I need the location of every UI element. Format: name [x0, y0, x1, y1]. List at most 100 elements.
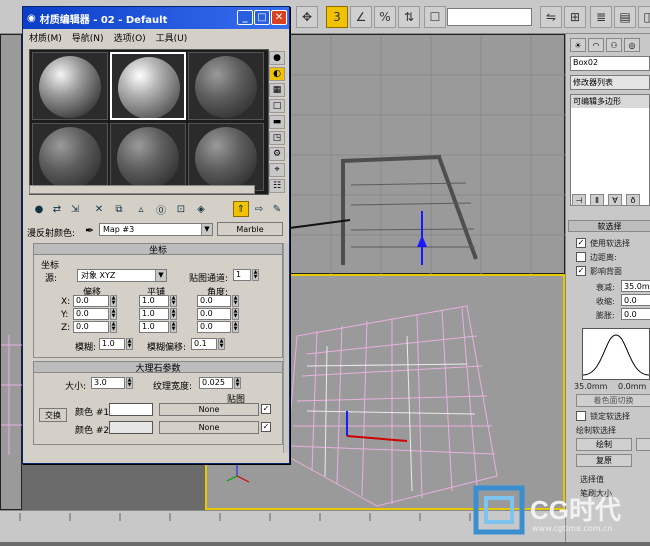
spinner-arrows-icon[interactable]: ▲ ▼	[170, 308, 177, 320]
paint-button[interactable]: 绘制	[576, 438, 632, 451]
select-by-material-icon[interactable]: ⌖	[269, 163, 285, 177]
pin-stack-icon[interactable]: ⊣	[572, 194, 586, 206]
blur-button[interactable]	[636, 438, 650, 451]
schematic-icon[interactable]: ◫	[638, 6, 650, 28]
percent-snap-icon[interactable]: %	[374, 6, 396, 28]
spinner-arrows-icon[interactable]: ▲ ▼	[252, 269, 259, 281]
snap-3d-icon[interactable]: 3	[326, 6, 348, 28]
modify-tab-icon[interactable]: ◠	[588, 38, 604, 52]
named-selection-dropdown[interactable]	[447, 8, 532, 26]
put-to-scene-icon[interactable]: ⇄	[49, 201, 65, 217]
angle-y-spinner[interactable]: 0.0	[197, 308, 231, 320]
spinner-arrows-icon[interactable]: ▲ ▼	[232, 321, 239, 333]
go-to-parent-icon[interactable]: ⇑	[233, 201, 249, 217]
spinner-arrows-icon[interactable]: ▲ ▼	[170, 321, 177, 333]
sample-slot[interactable]	[110, 123, 186, 191]
align-icon[interactable]: ⊞	[564, 6, 586, 28]
restore-button[interactable]: 复原	[576, 454, 632, 467]
lock-soft-checkbox[interactable]	[576, 411, 586, 421]
put-to-library-icon[interactable]: ▵	[133, 201, 149, 217]
spinner-arrows-icon[interactable]: ▲ ▼	[126, 338, 133, 350]
bubble-spinner[interactable]: 0.0	[621, 308, 650, 320]
offset-z-spinner[interactable]: 0.0	[73, 321, 109, 333]
hierarchy-tab-icon[interactable]: ⚇	[606, 38, 622, 52]
curve-editor-icon[interactable]: ▤	[614, 6, 636, 28]
named-selection-icon[interactable]: ☐	[424, 6, 446, 28]
map-type-button[interactable]: Marble	[217, 222, 283, 236]
pick-material-icon[interactable]: ✎	[269, 201, 285, 217]
backlight-icon[interactable]: ◐	[269, 67, 285, 81]
uv-tiling-icon[interactable]: □	[269, 99, 285, 113]
color2-map-checkbox[interactable]: ✓	[261, 422, 271, 432]
tiling-x-spinner[interactable]: 1.0	[139, 295, 169, 307]
spinner-arrows-icon[interactable]: ▲ ▼	[110, 308, 117, 320]
size-spinner[interactable]: 3.0	[91, 377, 125, 389]
vein-width-spinner[interactable]: 0.025	[199, 377, 233, 389]
select-move-icon[interactable]: ✥	[296, 6, 318, 28]
blur-spinner[interactable]: 1.0	[99, 338, 125, 350]
object-name-field[interactable]: Box02	[570, 56, 650, 71]
material-id-icon[interactable]: ⓪	[153, 201, 169, 217]
material-navigator-icon[interactable]: ☷	[269, 179, 285, 193]
make-unique-icon[interactable]: ⧉	[111, 201, 127, 217]
eyedropper-icon[interactable]: ✒	[85, 224, 94, 237]
use-soft-checkbox[interactable]: ✓	[576, 238, 586, 248]
pinch-spinner[interactable]: 0.0	[621, 294, 650, 306]
show-end-result-icon[interactable]: Ⅱ	[590, 194, 604, 206]
shaded-face-toggle-button[interactable]: 着色面切换	[576, 394, 650, 407]
modifier-stack[interactable]: 可编辑多边形	[570, 94, 650, 206]
offset-x-spinner[interactable]: 0.0	[73, 295, 109, 307]
spinner-arrows-icon[interactable]: ▲ ▼	[234, 377, 241, 389]
get-material-icon[interactable]: ●	[31, 201, 47, 217]
left-viewport[interactable]	[0, 34, 23, 510]
menu-utilities[interactable]: 工具(U)	[156, 31, 188, 44]
assign-to-selection-icon[interactable]: ⇲	[67, 201, 83, 217]
sample-slot[interactable]	[32, 123, 108, 191]
maximize-button[interactable]: □	[254, 10, 270, 25]
spinner-arrows-icon[interactable]: ▲ ▼	[110, 295, 117, 307]
spinner-arrows-icon[interactable]: ▲ ▼	[232, 295, 239, 307]
color2-swatch[interactable]	[109, 421, 153, 434]
sample-slot-active[interactable]	[110, 52, 186, 120]
soft-selection-rollout[interactable]: 软选择	[568, 220, 650, 232]
slots-scrollbar[interactable]	[29, 185, 255, 194]
background-icon[interactable]: ▦	[269, 83, 285, 97]
show-end-result-icon[interactable]: ◈	[193, 201, 209, 217]
video-color-check-icon[interactable]: ▬	[269, 115, 285, 129]
angle-x-spinner[interactable]: 0.0	[197, 295, 231, 307]
sample-slot[interactable]	[188, 123, 264, 191]
make-preview-icon[interactable]: ◳	[269, 131, 285, 145]
spinner-arrows-icon[interactable]: ▲ ▼	[126, 377, 133, 389]
spinner-arrows-icon[interactable]: ▲ ▼	[110, 321, 117, 333]
offset-y-spinner[interactable]: 0.0	[73, 308, 109, 320]
mirror-icon[interactable]: ⇋	[540, 6, 562, 28]
tiling-z-spinner[interactable]: 1.0	[139, 321, 169, 333]
spinner-arrows-icon[interactable]: ▲ ▼	[218, 338, 225, 350]
source-dropdown[interactable]: 对象 XYZ ▼	[77, 269, 167, 282]
remove-modifier-icon[interactable]: ð	[626, 194, 640, 206]
color1-map-button[interactable]: None	[159, 403, 259, 416]
spinner-arrows-icon[interactable]: ▲ ▼	[232, 308, 239, 320]
color2-map-button[interactable]: None	[159, 421, 259, 434]
close-button[interactable]: ✕	[271, 10, 287, 25]
color1-map-checkbox[interactable]: ✓	[261, 404, 271, 414]
map-name-field[interactable]: Map #3 ▼	[99, 223, 213, 236]
stack-item-editable-poly[interactable]: 可编辑多边形	[571, 95, 649, 108]
modifier-list-dropdown[interactable]: 修改器列表	[570, 75, 650, 90]
angle-z-spinner[interactable]: 0.0	[197, 321, 231, 333]
rollout-scrollbar[interactable]	[283, 243, 289, 453]
tiling-y-spinner[interactable]: 1.0	[139, 308, 169, 320]
blur-offset-spinner[interactable]: 0.1	[191, 338, 217, 350]
angle-snap-icon[interactable]: ∠	[350, 6, 372, 28]
affect-backfacing-checkbox[interactable]: ✓	[576, 266, 586, 276]
color1-swatch[interactable]	[109, 403, 153, 416]
make-unique-icon[interactable]: ∀	[608, 194, 622, 206]
motion-tab-icon[interactable]: ◎	[624, 38, 640, 52]
coordinates-rollout[interactable]: 坐标	[33, 243, 283, 256]
create-tab-icon[interactable]: ☀	[570, 38, 586, 52]
options-icon[interactable]: ⚙	[269, 147, 285, 161]
layer-manager-icon[interactable]: ≣	[590, 6, 612, 28]
spinner-arrows-icon[interactable]: ▲ ▼	[170, 295, 177, 307]
menu-options[interactable]: 选项(O)	[114, 31, 146, 44]
spinner-snap-icon[interactable]: ⇅	[398, 6, 420, 28]
